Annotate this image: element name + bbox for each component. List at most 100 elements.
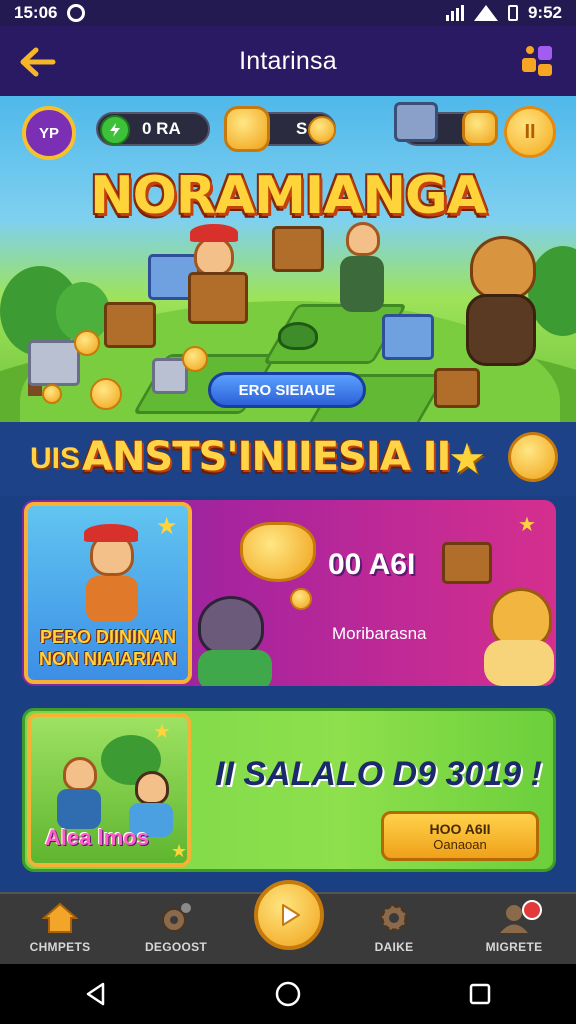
nav-item-boost[interactable]: DEGOOST — [128, 902, 224, 962]
crate — [28, 340, 80, 386]
crate — [382, 314, 434, 360]
puzzle-icon — [522, 46, 552, 76]
nav-item-daike[interactable]: DAIKE — [346, 902, 442, 962]
crate — [434, 368, 480, 408]
event-counter: 00 A6I — [328, 548, 416, 581]
treasure-chest — [442, 542, 492, 584]
promo-card[interactable]: ★ ★ Alea lmos II SALALO D9 3019 ! HOO A6… — [22, 708, 556, 872]
system-back-button[interactable] — [66, 964, 126, 1024]
event-subtitle: Moribarasna — [332, 624, 427, 643]
cog-icon — [380, 904, 408, 932]
coins-counter[interactable] — [394, 102, 498, 146]
character-worker-body — [340, 256, 384, 312]
status-bar: 15:06 9:52 — [0, 0, 576, 26]
nav-label: DEGOOST — [144, 940, 208, 954]
crate — [272, 226, 324, 272]
crate — [104, 302, 156, 348]
menu-button[interactable] — [518, 42, 558, 82]
promo-button-line-1: HOO A6II — [429, 820, 491, 837]
cat-character — [198, 596, 264, 656]
star-icon: ★ — [153, 721, 171, 743]
page-title: Intarinsa — [239, 46, 337, 75]
hero-banner[interactable]: YP 0 RA S II NORAMIANGA ERO SIEIAUE — [0, 96, 576, 422]
energy-counter[interactable]: 0 RA — [96, 112, 210, 146]
character-body — [57, 789, 101, 829]
caption-line-2: NON NIAIARIAN — [39, 649, 177, 669]
status-right: 9:52 — [445, 3, 562, 23]
promo-button-line-2: Oanaoan — [433, 836, 487, 852]
arrow-left-icon — [20, 47, 56, 77]
section-title: ANSTS'INIIESIA II — [82, 434, 451, 480]
avatar[interactable]: YP — [22, 106, 76, 160]
nav-label: CHMPETS — [29, 940, 91, 954]
event-thumbnail-caption: PERO DIININAN NON NIAIARIAN — [28, 626, 188, 670]
home-icon — [42, 902, 78, 933]
medal-icon[interactable] — [508, 432, 558, 482]
system-recents-button[interactable] — [450, 964, 510, 1024]
coin — [74, 330, 100, 356]
status-left: 15:06 — [14, 3, 86, 23]
hero-action-button[interactable]: ERO SIEIAUE — [208, 372, 366, 408]
system-home-button[interactable] — [258, 964, 318, 1024]
dog-character — [490, 588, 552, 648]
promo-thumbnail-caption: Alea lmos — [45, 825, 149, 850]
coin — [42, 384, 62, 404]
star-icon: ★ — [448, 435, 486, 482]
heart-gold-icon — [240, 522, 316, 582]
coin — [290, 588, 312, 610]
wifi-icon — [473, 5, 498, 21]
event-thumbnail: ★ PERO DIININAN NON NIAIARIAN — [24, 502, 192, 684]
hero-title: NORAMIANGA — [90, 166, 487, 226]
cat-mascot-head — [470, 236, 536, 300]
event-card[interactable]: ★ PERO DIININAN NON NIAIARIAN 00 A6I ★ M… — [22, 500, 556, 686]
turtle — [278, 322, 318, 350]
system-navigation-bar — [0, 964, 576, 1024]
character-crate — [188, 272, 248, 324]
coin-icon — [308, 116, 336, 144]
status-notification-icon — [67, 4, 86, 22]
character-boy — [63, 757, 97, 791]
nav-label: MIGRETE — [485, 940, 543, 954]
promo-thumbnail: ★ ★ Alea lmos — [27, 713, 191, 867]
dog-character-body — [484, 640, 554, 686]
star-icon: ★ — [156, 513, 178, 540]
heart-gold-icon — [224, 106, 270, 152]
promo-claim-button[interactable]: HOO A6II Oanaoan — [381, 811, 539, 861]
cat-character-body — [198, 650, 272, 686]
settings-button[interactable]: II — [504, 106, 556, 158]
status-time: 15:06 — [14, 3, 58, 22]
star-icon: ★ — [518, 514, 536, 536]
caption-line-1: PERO DIININAN — [39, 627, 176, 647]
gems-value: S — [296, 119, 308, 138]
nav-item-home[interactable]: CHMPETS — [12, 902, 108, 962]
promo-title: II SALALO D9 3019 ! — [215, 755, 542, 793]
character-girl — [135, 771, 169, 805]
character-cap — [190, 224, 238, 242]
character-worker — [346, 222, 380, 256]
character-boy — [194, 236, 234, 276]
nav-label: DAIKE — [374, 940, 414, 954]
nav-item-profile[interactable]: MIGRETE — [466, 900, 562, 962]
character-body — [86, 576, 138, 622]
chest-icon — [394, 102, 438, 142]
hero-action-label: ERO SIEIAUE — [238, 381, 336, 399]
avatar-label: YP — [38, 124, 59, 142]
gems-counter[interactable]: S — [224, 106, 336, 152]
notification-badge — [522, 900, 542, 920]
play-icon — [282, 904, 300, 926]
battery-icon — [507, 5, 518, 21]
status-clock: 9:52 — [527, 3, 562, 22]
character-cap — [84, 524, 138, 542]
circle-home-icon — [275, 981, 301, 1007]
settings-label: II — [524, 120, 536, 143]
section-prefix: UIS — [30, 442, 81, 475]
heart-gold-icon — [462, 110, 498, 146]
energy-icon — [100, 115, 130, 145]
square-recents-icon — [469, 983, 491, 1005]
app-header: Intarinsa — [0, 26, 576, 96]
back-button[interactable] — [18, 42, 58, 82]
hero-topbar: YP 0 RA S II — [0, 96, 576, 176]
play-button[interactable] — [254, 880, 324, 950]
energy-value: 0 RA — [142, 119, 181, 138]
triangle-back-icon — [86, 982, 105, 1006]
